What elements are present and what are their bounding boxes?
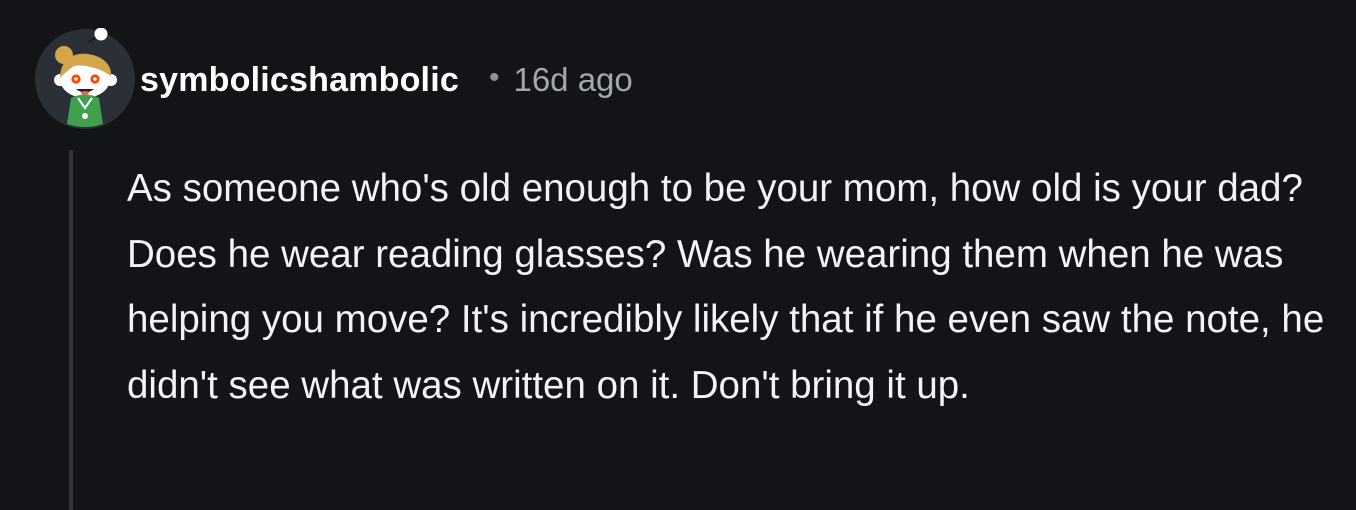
- user-avatar[interactable]: [34, 28, 136, 130]
- username-link[interactable]: symbolicshambolic: [140, 61, 459, 100]
- comment-header: symbolicshambolic • 16d ago: [140, 52, 633, 108]
- comment-timestamp[interactable]: 16d ago: [513, 61, 632, 99]
- meta-separator: •: [488, 61, 500, 94]
- comment: symbolicshambolic • 16d ago As someone w…: [0, 0, 1356, 510]
- thread-collapse-line[interactable]: [69, 150, 73, 510]
- comment-body: As someone who's old enough to be your m…: [127, 167, 1325, 407]
